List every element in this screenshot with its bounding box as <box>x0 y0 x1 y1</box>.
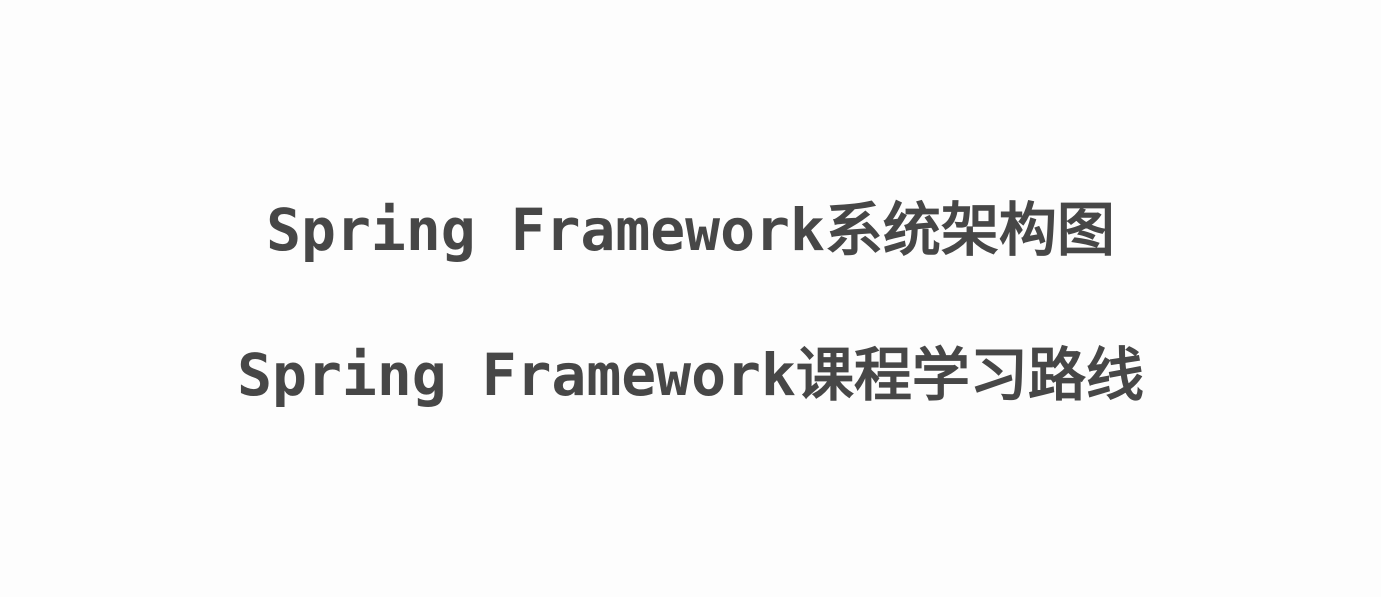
heading-learning-path: Spring Framework课程学习路线 <box>237 341 1144 409</box>
heading-architecture-diagram: Spring Framework系统架构图 <box>266 196 1115 264</box>
slide: Spring Framework系统架构图 Spring Framework课程… <box>0 0 1381 597</box>
